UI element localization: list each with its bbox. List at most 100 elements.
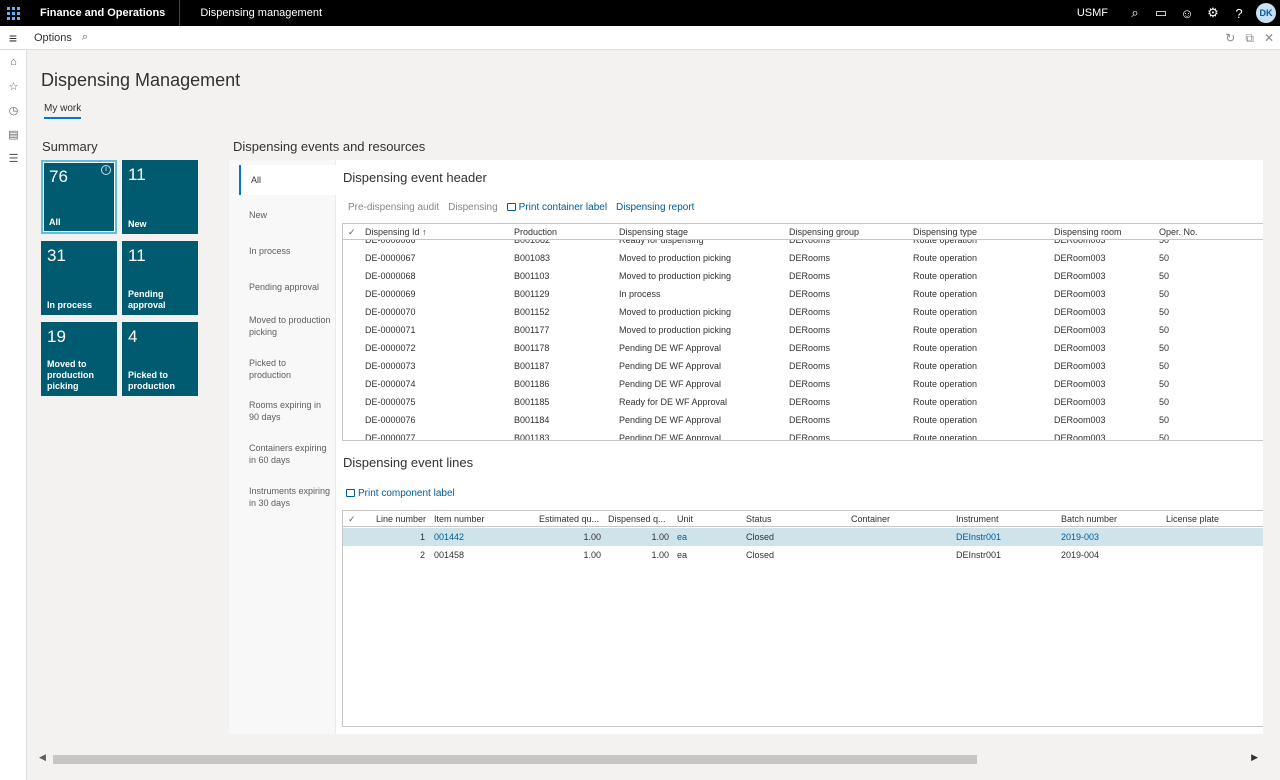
col-dispensing-stage[interactable]: Dispensing stage (619, 224, 688, 240)
recent-clock-icon[interactable]: ◷ (0, 98, 27, 122)
lines-section-title: Dispensing event lines (343, 455, 474, 470)
modules-list-icon[interactable]: ☰ (0, 146, 27, 170)
table-row[interactable]: DE-0000075 B001185 Ready for DE WF Approva… (343, 393, 1263, 411)
col-estimated-qty[interactable]: Estimated qu... (539, 511, 599, 527)
help-icon[interactable]: ? (1226, 0, 1252, 26)
table-row[interactable]: 2 001458 1.00 1.00 ea Closed DEInstr001 2019-00… (343, 546, 1263, 564)
table-cell: Ready for DE WF Approval (619, 397, 728, 407)
table-cell: DERooms (789, 289, 831, 299)
col-batch-number[interactable]: Batch number (1061, 511, 1117, 527)
table-row[interactable]: DE-0000074 B001186 Pending DE WF Approval D… (343, 375, 1263, 393)
table-row[interactable]: DE-0000069 B001129 In process DERooms Route … (343, 285, 1263, 303)
tab-new[interactable]: New (240, 209, 336, 221)
col-dispensed-qty[interactable]: Dispensed q... (608, 511, 666, 527)
tile-all[interactable]: 76 i All (41, 160, 117, 234)
action-search-icon[interactable]: ⌕ (82, 31, 88, 44)
user-avatar[interactable]: DK (1256, 3, 1276, 23)
table-row[interactable]: DE-0000067 B001083 Moved to production pic… (343, 249, 1263, 267)
settings-gear-icon[interactable]: ⚙ (1200, 0, 1226, 26)
table-cell[interactable]: ea (677, 528, 737, 546)
search-icon[interactable]: ⌕ (1122, 0, 1148, 26)
tile-new[interactable]: 11 New (122, 160, 198, 234)
horizontal-scrollbar[interactable]: ◀ ▶ (27, 751, 1280, 768)
tile-picked-to-production[interactable]: 4 Picked to production (122, 322, 198, 396)
table-cell: Pending DE WF Approval (619, 343, 722, 353)
col-license-plate[interactable]: License plate (1166, 511, 1219, 527)
col-status[interactable]: Status (746, 511, 772, 527)
col-line-number[interactable]: Line number (376, 511, 426, 527)
table-row[interactable]: DE-0000072 B001178 Pending DE WF Approval D… (343, 339, 1263, 357)
message-icon[interactable]: ▭ (1148, 0, 1174, 26)
table-cell: Route operation (913, 325, 978, 335)
table-row[interactable]: DE-0000076 B001184 Pending DE WF Approval D… (343, 411, 1263, 429)
options-menu[interactable]: Options (34, 32, 72, 44)
tab-containers-expiring[interactable]: Containers expiring in 60 days (240, 442, 332, 466)
col-dispensing-room[interactable]: Dispensing room (1054, 224, 1122, 240)
table-row[interactable]: DE-0000073 B001187 Pending DE WF Approval D… (343, 357, 1263, 375)
tab-moved-to-production-picking[interactable]: Moved to production picking (240, 314, 332, 338)
open-new-window-icon[interactable]: ⧉ (1245, 31, 1254, 46)
summary-title: Summary (42, 139, 98, 154)
home-icon[interactable]: ⌂ (0, 50, 27, 74)
tile-label: Moved to production picking (47, 359, 94, 391)
tile-pending-approval[interactable]: 11 Pending approval (122, 241, 198, 315)
dispensing-button[interactable]: Dispensing (448, 202, 497, 213)
col-dispensing-type[interactable]: Dispensing type (913, 224, 977, 240)
table-cell: Route operation (913, 361, 978, 371)
table-row[interactable]: DE-0000071 B001177 Moved to production pic… (343, 321, 1263, 339)
hamburger-menu-icon[interactable]: ≡ (0, 26, 26, 50)
table-cell[interactable]: DEInstr001 (956, 528, 1056, 546)
workspaces-icon[interactable]: ▤ (0, 122, 27, 146)
table-cell: DE-0000068 (365, 271, 416, 281)
col-container[interactable]: Container (851, 511, 890, 527)
table-cell[interactable]: 001442 (434, 528, 524, 546)
app-launcher-icon[interactable] (0, 0, 26, 26)
table-cell: DE-0000072 (365, 343, 416, 353)
print-component-label-button[interactable]: Print component label (346, 488, 455, 499)
table-cell: Pending DE WF Approval (619, 433, 722, 441)
favorites-star-icon[interactable]: ☆ (0, 74, 27, 98)
col-dispensing-id[interactable]: Dispensing Id ↑ (365, 224, 427, 240)
select-all-checkmark-icon[interactable]: ✓ (348, 224, 356, 240)
pre-dispensing-audit-button[interactable]: Pre-dispensing audit (348, 202, 439, 213)
scroll-left-arrow-icon[interactable]: ◀ (39, 752, 46, 763)
scrollbar-thumb[interactable] (53, 755, 977, 764)
table-cell: DERoom003 (1054, 253, 1106, 263)
tab-in-process[interactable]: In process (240, 245, 336, 257)
tab-instruments-expiring[interactable]: Instruments expiring in 30 days (240, 485, 332, 509)
tile-label: All (49, 217, 61, 227)
tab-picked-to-production[interactable]: Picked to production (240, 357, 320, 381)
col-instrument[interactable]: Instrument (956, 511, 999, 527)
scroll-right-arrow-icon[interactable]: ▶ (1251, 752, 1258, 763)
company-picker[interactable]: USMF (1077, 7, 1108, 19)
col-production[interactable]: Production (514, 224, 557, 240)
table-cell: B001187 (514, 361, 550, 371)
table-cell: DERooms (789, 379, 831, 389)
tab-pending-approval[interactable]: Pending approval (240, 281, 336, 293)
dispensing-report-button[interactable]: Dispensing report (616, 202, 694, 213)
print-container-label-button[interactable]: Print container label (506, 202, 607, 213)
tile-label: Picked to production (128, 370, 175, 391)
app-name[interactable]: Finance and Operations (26, 0, 181, 26)
tile-in-process[interactable]: 31 In process (41, 241, 117, 315)
tab-rooms-expiring[interactable]: Rooms expiring in 90 days (240, 399, 330, 423)
table-cell: Closed (746, 550, 775, 560)
table-cell: 1.00 (651, 550, 669, 560)
tab-my-work[interactable]: My work (44, 103, 82, 119)
table-cell: Pending DE WF Approval (619, 415, 722, 425)
table-row[interactable]: DE-0000070 B001152 Moved to production pic… (343, 303, 1263, 321)
select-all-checkmark-icon[interactable]: ✓ (348, 511, 356, 527)
tab-all[interactable]: All (239, 165, 336, 195)
refresh-icon[interactable]: ↻ (1225, 31, 1235, 45)
col-oper-no[interactable]: Oper. No. (1159, 224, 1198, 240)
table-row[interactable]: 1 001442 1.00 1.00 ea Closed DEInstr001 2019-00… (343, 528, 1263, 546)
col-dispensing-group[interactable]: Dispensing group (789, 224, 859, 240)
table-cell[interactable]: 2019-003 (1061, 528, 1161, 546)
col-unit[interactable]: Unit (677, 511, 693, 527)
col-item-number[interactable]: Item number (434, 511, 485, 527)
tile-moved-to-production-picking[interactable]: 19 Moved to production picking (41, 322, 117, 396)
feedback-smiley-icon[interactable]: ☺ (1174, 0, 1200, 26)
close-icon[interactable]: ✕ (1264, 31, 1274, 45)
table-row[interactable]: DE-0000068 B001103 Moved to production pic… (343, 267, 1263, 285)
table-row[interactable]: DE-0000077 B001183 Pending DE WF Approval D… (343, 429, 1263, 441)
